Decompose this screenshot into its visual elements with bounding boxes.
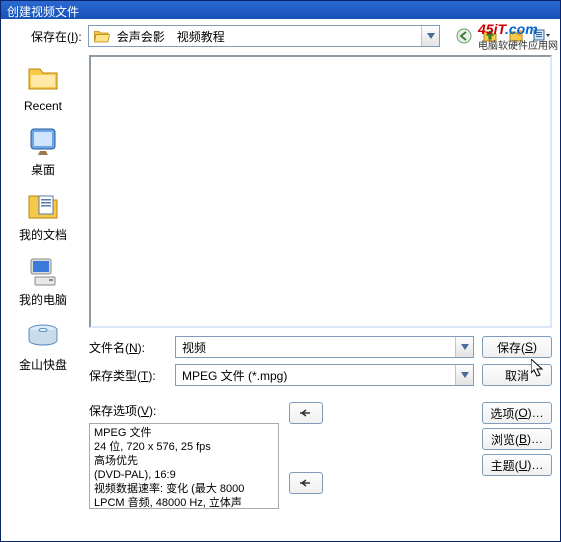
place-kuaipan[interactable]: 金山快盘 [19,318,67,373]
save-in-value: 会声会影 视频教程 [115,28,421,45]
filetype-row: 保存类型(T): MPEG 文件 (*.mpg) 取消 [89,364,552,386]
place-label: 金山快盘 [19,356,67,373]
cancel-button[interactable]: 取消 [482,364,552,386]
save-in-combo[interactable]: 会声会影 视频教程 [88,25,440,47]
recent-folder-icon [25,61,61,97]
collapse-arrow-button[interactable] [289,402,323,424]
right-buttons: 选项(O)… 浏览(B)… 主题(U)… [482,402,552,509]
expand-arrow-button[interactable] [289,472,323,494]
browse-button[interactable]: 浏览(B)… [482,428,552,450]
saveoptions-label: 保存选项(V): [89,402,279,419]
watermark: 45iT.com 电脑软硬件应用网 [478,21,558,52]
filetype-label: 保存类型(T): [89,367,167,384]
options-section: 保存选项(V): MPEG 文件 24 位, 720 x 576, 25 fps… [89,402,552,509]
place-mydocs[interactable]: 我的文档 [19,188,67,243]
options-button[interactable]: 选项(O)… [482,402,552,424]
place-recent[interactable]: Recent [24,61,62,113]
theme-button[interactable]: 主题(U)… [482,454,552,476]
file-list-view[interactable] [89,55,552,328]
desktop-icon [25,123,61,159]
disk-icon [25,318,61,354]
save-button[interactable]: 保存(S) [482,336,552,358]
place-label: 我的电脑 [19,291,67,308]
place-label: 桌面 [31,161,55,178]
filename-input[interactable]: 视频 [175,336,474,358]
window-title: 创建视频文件 [7,5,79,19]
chevron-down-icon[interactable] [455,365,473,385]
place-mycomputer[interactable]: 我的电脑 [19,253,67,308]
place-label: Recent [24,99,62,113]
place-label: 我的文档 [19,226,67,243]
filename-label: 文件名(N): [89,339,167,356]
filename-row: 文件名(N): 视频 保存(S) [89,336,552,358]
top-row: 保存在(I): 会声会影 视频教程 [1,19,560,53]
my-documents-icon [25,188,61,224]
watermark-logo: 45iT.com [478,21,538,37]
save-in-label: 保存在(I): [31,28,82,45]
watermark-subtitle: 电脑软硬件应用网 [478,41,558,52]
back-icon[interactable] [454,26,474,46]
chevron-down-icon[interactable] [455,337,473,357]
my-computer-icon [25,253,61,289]
filename-value: 视频 [176,339,455,356]
form-rows: 文件名(N): 视频 保存(S) 保存类型(T): MPEG 文 [89,336,552,509]
places-sidebar: Recent 桌面 我的文档 我的电脑 金山快盘 [3,55,83,509]
filetype-value: MPEG 文件 (*.mpg) [176,367,455,384]
place-desktop[interactable]: 桌面 [25,123,61,178]
save-dialog: 创建视频文件 45iT.com 电脑软硬件应用网 保存在(I): 会声会影 视频… [0,0,561,542]
folder-open-icon [93,27,111,45]
filetype-select[interactable]: MPEG 文件 (*.mpg) [175,364,474,386]
main-panel: 文件名(N): 视频 保存(S) 保存类型(T): MPEG 文 [89,55,552,509]
dialog-body: Recent 桌面 我的文档 我的电脑 金山快盘 [1,53,560,515]
save-options-info: MPEG 文件 24 位, 720 x 576, 25 fps 高场优先 (DV… [89,423,279,509]
chevron-down-icon[interactable] [421,26,439,46]
titlebar: 创建视频文件 [1,1,560,19]
